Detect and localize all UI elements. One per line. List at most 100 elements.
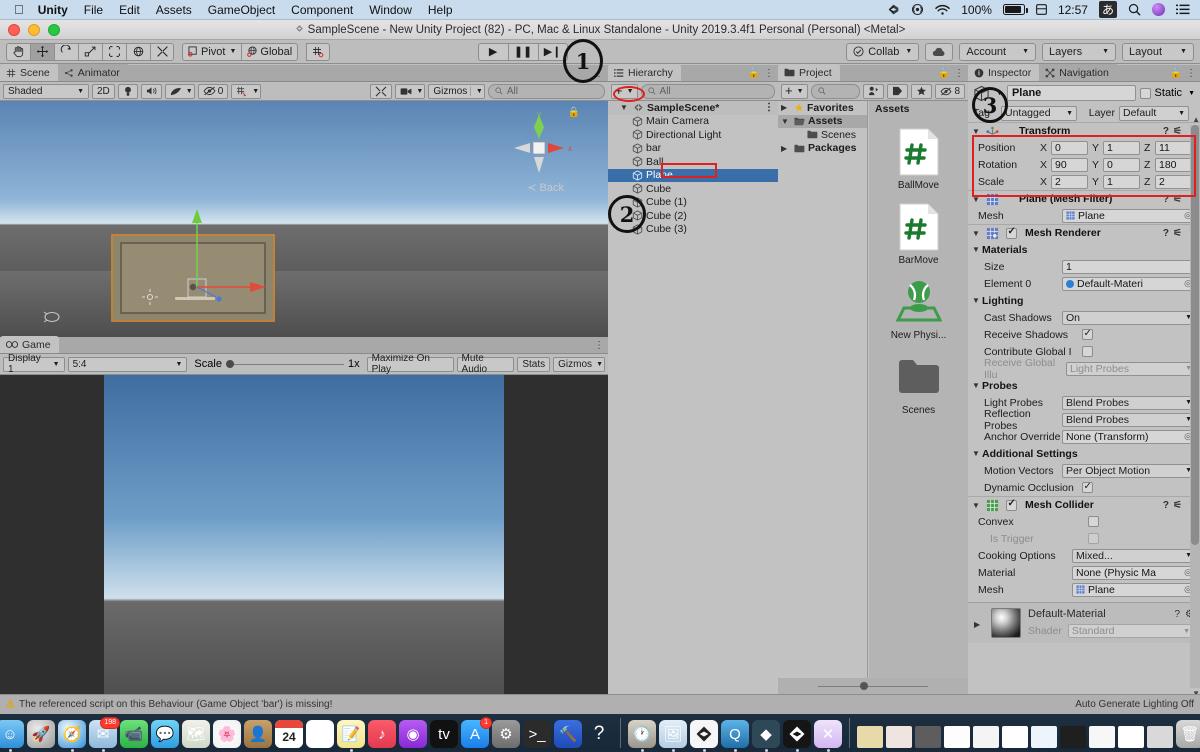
menu-component[interactable]: Component bbox=[291, 3, 353, 17]
collider-mesh-field[interactable]: Plane ◎ bbox=[1072, 582, 1196, 597]
dock-minimized-window[interactable] bbox=[886, 726, 912, 748]
dock-trash-icon[interactable]: 🗑 bbox=[1176, 720, 1200, 748]
inspector-scrollbar[interactable]: ▲ ▼ bbox=[1190, 115, 1200, 698]
inspector-options-icon[interactable]: ⋮ bbox=[1186, 68, 1196, 79]
layer-dropdown[interactable]: Default ▼ bbox=[1119, 105, 1189, 121]
hierarchy-item-plane[interactable]: Plane bbox=[608, 168, 778, 182]
hierarchy-item-main-camera[interactable]: Main Camera bbox=[608, 115, 778, 129]
project-search-input[interactable] bbox=[810, 83, 861, 99]
filter-by-type-button[interactable] bbox=[863, 83, 885, 99]
game-viewport[interactable] bbox=[0, 375, 608, 694]
draw-mode-dropdown[interactable]: Shaded ▼ bbox=[3, 83, 89, 99]
hierarchy-create-button[interactable]: + ▼ bbox=[611, 83, 638, 99]
chevron-right-icon[interactable]: ▶ bbox=[781, 144, 791, 153]
dock-reminders-icon[interactable]: ☰ bbox=[306, 720, 334, 748]
chevron-down-icon[interactable]: ▼ bbox=[972, 127, 982, 136]
dock-minimized-window[interactable] bbox=[1089, 726, 1115, 748]
light-probes-dropdown[interactable]: Blend Probes ▼ bbox=[1062, 395, 1196, 410]
scroll-up-arrow-icon[interactable]: ▲ bbox=[1192, 115, 1200, 124]
tag-dropdown[interactable]: Untagged ▼ bbox=[1001, 105, 1077, 121]
position-y-field[interactable]: 1 bbox=[1103, 140, 1140, 155]
calendar-icon[interactable] bbox=[1036, 4, 1047, 15]
unity-icon[interactable] bbox=[887, 3, 900, 16]
tab-scene[interactable]: Scene bbox=[0, 64, 58, 81]
dock-timemachine-icon[interactable]: 🕐 bbox=[628, 720, 656, 752]
chevron-down-icon[interactable]: ▼ bbox=[972, 296, 982, 305]
scale-tool-button[interactable] bbox=[78, 42, 102, 61]
dock-minimized-window[interactable] bbox=[1031, 726, 1057, 748]
status-bar[interactable]: ⚠ The referenced script on this Behaviou… bbox=[0, 694, 1200, 714]
grid-snap-button[interactable] bbox=[306, 42, 331, 61]
chevron-down-icon[interactable]: ▼ bbox=[1188, 90, 1195, 97]
tab-navigation[interactable]: Navigation bbox=[1039, 64, 1117, 81]
contribute-gi-checkbox[interactable] bbox=[1082, 346, 1093, 357]
chevron-right-icon[interactable]: ▶ bbox=[974, 620, 984, 629]
chevron-down-icon[interactable]: ▼ bbox=[972, 449, 982, 458]
chevron-down-icon[interactable]: ▼ bbox=[972, 229, 982, 238]
mesh-collider-component-header[interactable]: ▼ Mesh Collider ? ⚟ ⋮ bbox=[968, 496, 1200, 513]
scene-audio-toggle[interactable] bbox=[140, 83, 162, 99]
rotation-z-field[interactable]: 180 bbox=[1155, 157, 1192, 172]
transform-tool-button[interactable] bbox=[126, 42, 150, 61]
filter-favorites-button[interactable] bbox=[911, 83, 933, 99]
dock-visual-studio-icon[interactable]: ✕ bbox=[814, 720, 842, 752]
hierarchy-item-cube[interactable]: Cube bbox=[608, 182, 778, 196]
rotate-tool-button[interactable] bbox=[54, 42, 78, 61]
dock-unity-editor-icon[interactable] bbox=[783, 720, 811, 752]
play-button[interactable]: ▶ bbox=[477, 42, 508, 61]
dock-minimized-window[interactable] bbox=[857, 726, 883, 748]
maximize-on-play-button[interactable]: Maximize On Play bbox=[366, 353, 454, 375]
dynamic-occlusion-checkbox[interactable] bbox=[1082, 481, 1093, 493]
project-lock-icon[interactable]: 🔒 bbox=[938, 68, 950, 79]
move-tool-button[interactable] bbox=[30, 42, 54, 61]
help-icon[interactable]: ? bbox=[1163, 500, 1169, 511]
input-method-indicator[interactable]: あ bbox=[1098, 1, 1117, 18]
dock-finder-icon[interactable]: ☺ bbox=[0, 720, 24, 752]
dock-calendar-icon[interactable]: 24 bbox=[275, 720, 303, 748]
lighting-section[interactable]: ▼ Lighting bbox=[968, 292, 1200, 309]
dock-appstore-icon[interactable]: A1 bbox=[461, 717, 492, 748]
dock-appletv-icon[interactable]: tv bbox=[430, 720, 458, 748]
collider-material-field[interactable]: None (Physic Ma ◎ bbox=[1072, 565, 1196, 580]
hierarchy-item-directional-light[interactable]: Directional Light bbox=[608, 128, 778, 142]
mute-audio-button[interactable]: Mute Audio bbox=[456, 353, 515, 375]
scene-viewport[interactable]: y x 🔒 ≺ Back bbox=[0, 101, 608, 337]
chevron-down-icon[interactable]: ▼ bbox=[620, 103, 630, 112]
account-button[interactable]: Account ▼ bbox=[959, 42, 1037, 61]
dock-minimized-window[interactable] bbox=[1118, 726, 1144, 748]
scene-orientation-gizmo[interactable]: y x 🔒 bbox=[500, 107, 580, 187]
dock-mail-icon[interactable]: ✉ 198 bbox=[89, 717, 120, 752]
reflection-probes-dropdown[interactable]: Blend Probes ▼ bbox=[1062, 412, 1196, 427]
chevron-down-icon[interactable]: ▼ bbox=[781, 117, 791, 126]
anchor-override-field[interactable]: None (Transform) ◎ bbox=[1062, 429, 1196, 444]
rotation-x-field[interactable]: 90 bbox=[1051, 157, 1088, 172]
game-options-icon[interactable]: ⋮ bbox=[594, 340, 604, 351]
dock-facetime-icon[interactable]: 📹 bbox=[120, 720, 148, 748]
scale-z-field[interactable]: 2 bbox=[1155, 174, 1192, 189]
dock-system-preferences-icon[interactable]: ⚙ bbox=[492, 720, 520, 748]
asset-item[interactable]: BarMove bbox=[869, 201, 968, 266]
collab-button[interactable]: Collab ▼ bbox=[846, 42, 920, 61]
project-options-icon[interactable]: ⋮ bbox=[954, 68, 964, 79]
scene-lighting-toggle[interactable] bbox=[117, 83, 138, 99]
dock-terminal-icon[interactable]: >_ bbox=[523, 720, 551, 748]
tab-project[interactable]: Project bbox=[778, 64, 840, 81]
transform-component-header[interactable]: ▼ Transform ? ⚟ ⋮ bbox=[968, 122, 1200, 139]
asset-item[interactable]: New Physi... bbox=[869, 276, 968, 341]
dock-quicktime-icon[interactable]: Q bbox=[721, 720, 749, 752]
wifi-icon[interactable] bbox=[935, 4, 951, 16]
mesh-filter-component-header[interactable]: ▼ Plane (Mesh Filter) ? ⚟ ⋮ bbox=[968, 190, 1200, 207]
visibility-count-button[interactable]: 8 bbox=[935, 83, 965, 99]
apple-icon[interactable]:  bbox=[14, 3, 24, 16]
menu-assets[interactable]: Assets bbox=[156, 3, 192, 17]
layout-button[interactable]: Layout ▼ bbox=[1122, 42, 1194, 61]
project-tree-item-scenes[interactable]: Scenes bbox=[778, 128, 867, 142]
menu-unity[interactable]: Unity bbox=[38, 3, 68, 17]
preset-icon[interactable]: ⚟ bbox=[1173, 228, 1182, 239]
dock-music-icon[interactable]: ♪ bbox=[368, 720, 396, 748]
scale-slider-group[interactable]: Scale 1x bbox=[190, 358, 363, 370]
chevron-right-icon[interactable]: ▶ bbox=[781, 103, 791, 112]
chevron-down-icon[interactable]: ▼ bbox=[972, 195, 982, 204]
dock-minimized-window[interactable] bbox=[1002, 726, 1028, 748]
display-dropdown[interactable]: Display 1 ▼ bbox=[3, 353, 65, 375]
